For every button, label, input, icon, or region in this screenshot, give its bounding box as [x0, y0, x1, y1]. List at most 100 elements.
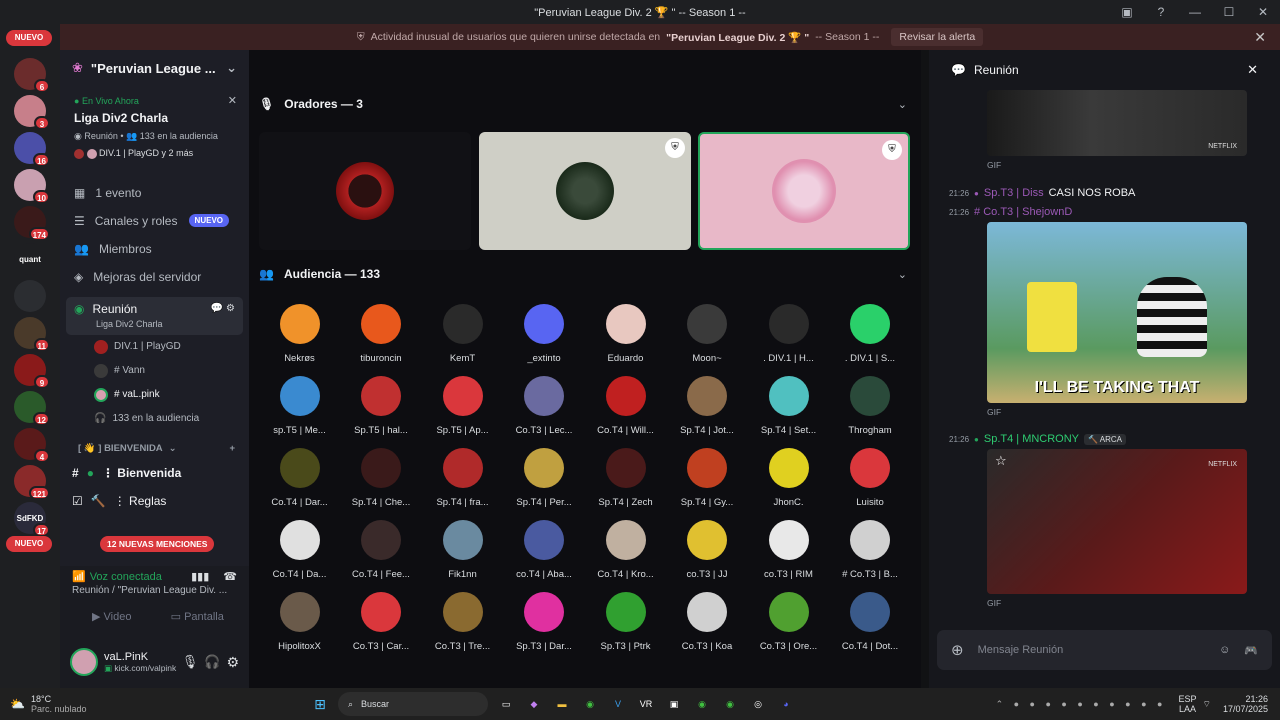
audience-member[interactable]: Luisito: [830, 448, 911, 522]
server-icon[interactable]: 121: [14, 465, 50, 500]
taskbar-search[interactable]: ⌕ Buscar: [338, 692, 488, 716]
audience-member[interactable]: Sp.T4 | Che...: [341, 448, 422, 522]
audience-member[interactable]: Co.T4 | Will...: [585, 376, 666, 450]
audience-member[interactable]: tiburoncin: [341, 304, 422, 378]
chevron-down-icon[interactable]: ⌄: [898, 268, 907, 281]
audience-member[interactable]: Fik1nn: [422, 520, 503, 594]
speakers-header[interactable]: 🎙 Oradores — 3: [259, 97, 363, 111]
voice-user[interactable]: # vaL.pink: [60, 383, 249, 407]
maximize-button[interactable]: ☐: [1212, 5, 1246, 19]
message-author[interactable]: Sp.T4 | MNCRONY: [984, 433, 1079, 445]
audience-member[interactable]: Sp.T5 | hal...: [341, 376, 422, 450]
task-view-icon[interactable]: ▭: [496, 694, 516, 714]
voice-user[interactable]: # Vann: [60, 359, 249, 383]
speaker-tile[interactable]: ⛨: [479, 132, 691, 250]
gif-image[interactable]: ☆ NETFLIX: [987, 449, 1247, 594]
audience-member[interactable]: _extinto: [504, 304, 585, 378]
audience-member[interactable]: . DIV.1 | H...: [748, 304, 829, 378]
menu-members[interactable]: 👥 Miembros: [60, 235, 249, 263]
plus-icon[interactable]: +: [229, 443, 235, 454]
voice-user[interactable]: DIV.1 | PlayGD: [60, 335, 249, 359]
minimize-button[interactable]: —: [1178, 5, 1212, 19]
audience-member[interactable]: Sp.T4 | Zech: [585, 448, 666, 522]
new-mentions-pill[interactable]: 12 NUEVAS MENCIONES: [100, 536, 215, 552]
close-icon[interactable]: ✕: [1254, 29, 1266, 46]
audience-member[interactable]: co.T4 | Aba...: [504, 520, 585, 594]
file-explorer-icon[interactable]: ▬: [552, 694, 572, 714]
server-icon[interactable]: 11: [14, 317, 50, 352]
gif-image[interactable]: I'LL BE TAKING THAT: [987, 222, 1247, 403]
gamepad-icon[interactable]: 🎮: [1244, 644, 1258, 657]
avatar[interactable]: [70, 648, 98, 676]
vr-icon[interactable]: VR: [636, 694, 656, 714]
audience-member[interactable]: Co.T4 | Kro...: [585, 520, 666, 594]
server-icon[interactable]: 6: [14, 58, 50, 93]
audience-member[interactable]: Eduardo: [585, 304, 666, 378]
menu-events[interactable]: ▦ 1 evento: [60, 179, 249, 207]
server-icon[interactable]: 4: [14, 428, 50, 463]
audience-member[interactable]: co.T3 | JJ: [667, 520, 748, 594]
inbox-icon[interactable]: ▣: [1110, 5, 1144, 19]
audience-member[interactable]: . DIV.1 | S...: [830, 304, 911, 378]
server-icon[interactable]: 174: [14, 206, 50, 241]
image-app-icon[interactable]: ▣: [664, 694, 684, 714]
close-window-button[interactable]: ✕: [1246, 5, 1280, 19]
obs-icon[interactable]: ◎: [748, 694, 768, 714]
voice-channel-reunion[interactable]: ◉ Reunión 💬 ⚙ Liga Div2 Charla: [66, 296, 243, 335]
soundboard-icon[interactable]: ▮▮▮: [191, 570, 209, 583]
audience-member[interactable]: Co.T3 | Tre...: [422, 592, 503, 666]
server-icon[interactable]: 10: [14, 169, 50, 204]
audience-member[interactable]: Co.T3 | Koa: [667, 592, 748, 666]
server-icon[interactable]: 9: [14, 354, 50, 389]
server-icon[interactable]: SdFKD 17: [14, 502, 50, 537]
message-author[interactable]: # Co.T3 | ShejownD: [974, 206, 1072, 218]
audience-member[interactable]: Sp.T4 | Gy...: [667, 448, 748, 522]
audience-member[interactable]: Sp.T4 | Jot...: [667, 376, 748, 450]
audience-member[interactable]: sp.T5 | Me...: [259, 376, 340, 450]
video-button[interactable]: ▶ Video: [72, 606, 152, 628]
server-icon[interactable]: 12: [14, 391, 50, 426]
quant-icon[interactable]: quant: [14, 243, 46, 275]
disconnect-icon[interactable]: ☎: [223, 570, 237, 583]
speaker-tile-active[interactable]: ⛨: [698, 132, 910, 250]
audience-member[interactable]: HipolitoxX: [259, 592, 340, 666]
add-attachment-icon[interactable]: ⊕: [951, 641, 964, 659]
channel-reglas[interactable]: ☑ 🔨 ⋮ Reglas: [60, 487, 249, 515]
chevron-down-icon[interactable]: ⌄: [898, 98, 907, 111]
audience-member[interactable]: Sp.T3 | Dar...: [504, 592, 585, 666]
review-alert-button[interactable]: Revisar la alerta: [891, 28, 984, 46]
menu-channels-roles[interactable]: ☰ Canales y roles NUEVO: [60, 207, 249, 235]
close-icon[interactable]: ✕: [228, 94, 237, 107]
audience-member[interactable]: Co.T4 | Da...: [259, 520, 340, 594]
emoji-icon[interactable]: ☺: [1219, 644, 1230, 656]
chrome-icon[interactable]: ◉: [692, 694, 712, 714]
tray-icons[interactable]: ⌃ ● ● ● ● ● ● ● ● ● ●: [996, 699, 1167, 710]
weather-widget[interactable]: ⛅ 18°C Parc. nublado: [0, 694, 120, 714]
audience-member[interactable]: Sp.T4 | Per...: [504, 448, 585, 522]
audience-member[interactable]: Sp.T5 | Ap...: [422, 376, 503, 450]
star-icon[interactable]: ☆: [995, 453, 1007, 469]
audience-member[interactable]: KemT: [422, 304, 503, 378]
chat-icon[interactable]: 💬 ⚙: [211, 303, 235, 314]
audience-member[interactable]: Moon~: [667, 304, 748, 378]
channel-bienvenida[interactable]: # ● ⋮ Bienvenida: [60, 459, 249, 487]
screen-share-button[interactable]: ▭ Pantalla: [158, 606, 238, 628]
close-icon[interactable]: ✕: [1247, 62, 1258, 78]
audience-member[interactable]: Sp.T3 | Ptrk: [585, 592, 666, 666]
audience-member[interactable]: Co.T4 | Dar...: [259, 448, 340, 522]
audience-member[interactable]: Throgham: [830, 376, 911, 450]
server-icon[interactable]: 3: [14, 95, 50, 130]
speaker-tile[interactable]: [259, 132, 471, 250]
menu-boosts[interactable]: ◈ Mejoras del servidor: [60, 263, 249, 291]
audience-member[interactable]: Co.T3 | Lec...: [504, 376, 585, 450]
headphones-icon[interactable]: 🎧: [204, 654, 220, 670]
audience-member[interactable]: Sp.T4 | Set...: [748, 376, 829, 450]
audience-member[interactable]: # Co.T3 | B...: [830, 520, 911, 594]
category-bienvenida[interactable]: [ 👋 ] BIENVENIDA ⌄ +: [60, 439, 249, 459]
audience-member[interactable]: Co.T3 | Car...: [341, 592, 422, 666]
gear-icon[interactable]: ⚙: [226, 654, 239, 671]
audience-header[interactable]: 👥 Audiencia — 133: [259, 267, 380, 281]
language-indicator[interactable]: ESP LAA: [1178, 694, 1196, 714]
audience-member[interactable]: Nekrøs: [259, 304, 340, 378]
server-icon[interactable]: 16: [14, 132, 50, 167]
